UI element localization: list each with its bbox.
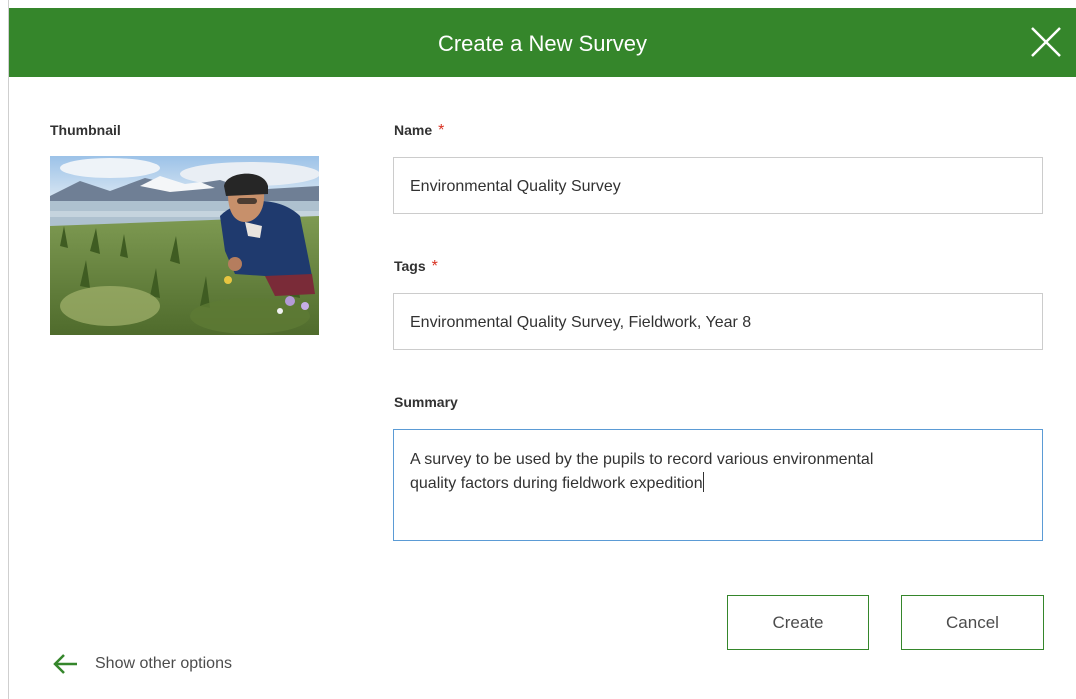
left-edge — [0, 0, 9, 699]
tags-input-value: Environmental Quality Survey, Fieldwork,… — [410, 314, 752, 331]
summary-line-2: quality factors during fieldwork expedit… — [410, 472, 1026, 496]
create-button[interactable]: Create — [727, 595, 869, 650]
tags-input[interactable]: Environmental Quality Survey, Fieldwork,… — [393, 293, 1043, 350]
summary-line-1: A survey to be used by the pupils to rec… — [410, 451, 874, 468]
dialog-title: Create a New Survey — [437, 31, 648, 56]
summary-line-2-text: quality factors during fieldwork expedit… — [410, 475, 703, 492]
show-other-options-label: Show other options — [95, 655, 232, 672]
text-caret — [702, 472, 704, 492]
thumbnail-label: Thumbnail — [50, 122, 121, 138]
arrow-left-icon — [53, 654, 77, 674]
close-button[interactable] — [1016, 8, 1076, 77]
tags-label: Tags * — [394, 257, 438, 276]
summary-label: Summary — [394, 394, 458, 410]
dialog-header: Create a New Survey — [9, 8, 1076, 77]
summary-textarea[interactable]: A survey to be used by the pupils to rec… — [393, 429, 1043, 541]
close-icon — [1031, 27, 1061, 57]
thumbnail-image[interactable] — [50, 156, 319, 335]
name-required-mark: * — [438, 122, 445, 139]
name-label-text: Name — [394, 122, 433, 138]
name-input-value: Environmental Quality Survey — [410, 178, 621, 195]
name-input[interactable]: Environmental Quality Survey — [393, 157, 1043, 214]
cancel-button[interactable]: Cancel — [901, 595, 1044, 650]
create-survey-dialog: Create a New Survey Thumbnail Name * Env… — [0, 0, 1076, 699]
top-strip — [0, 0, 1076, 8]
tags-required-mark: * — [431, 258, 438, 275]
tags-label-text: Tags — [394, 258, 426, 274]
name-label: Name * — [394, 121, 444, 140]
